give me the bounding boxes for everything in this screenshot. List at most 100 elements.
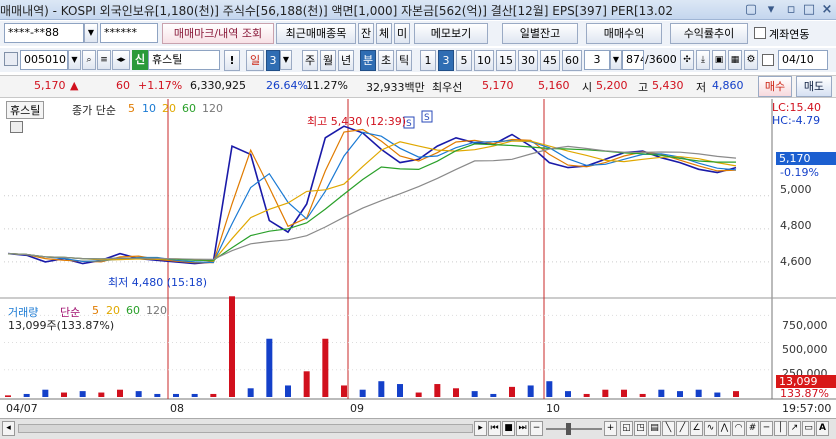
vol-tick-750000: 750,000 [782, 319, 828, 332]
password-input[interactable]: ****** [100, 23, 158, 43]
filled-button[interactable]: 체 [376, 23, 392, 44]
bars-shown-field[interactable]: 874 [622, 50, 644, 70]
y-tick-4800: 4,800 [780, 219, 812, 232]
draw-trend-icon[interactable]: ╱ [676, 421, 689, 436]
period-day-button[interactable]: 일 [246, 50, 264, 71]
scroll-left-icon[interactable]: ◂ [2, 421, 15, 436]
draw-fan-icon[interactable]: ⋀ [718, 421, 731, 436]
price-volume-chart[interactable]: SS [0, 99, 836, 416]
trade-mark-button[interactable]: 매매마크/내역 조회 [162, 23, 274, 44]
table-icon[interactable]: ▦ [728, 50, 742, 70]
zoom-out-button[interactable]: − [530, 421, 543, 436]
chart-tool-icon-3[interactable]: ▤ [648, 421, 661, 436]
prev-next-icon[interactable]: ◂▸ [112, 50, 130, 70]
search-icon[interactable]: ⌕ [82, 50, 96, 70]
play-forward-icon[interactable]: ⏭ [516, 421, 529, 436]
chart-tool-icon-1[interactable]: ◱ [620, 421, 633, 436]
vol-ma-5-label: 5 [92, 304, 99, 317]
play-back-icon[interactable]: ⏮ [488, 421, 501, 436]
draw-angle-icon[interactable]: ∠ [690, 421, 703, 436]
interval-dropdown-icon[interactable]: ▼ [610, 50, 622, 70]
interval-3-button[interactable]: 3 [438, 50, 454, 71]
period-minute-button[interactable]: 분 [360, 50, 376, 71]
y-tick-5000: 5,000 [780, 183, 812, 196]
window-title: 매매내역) - KOSPI 외국인보유[1,180(천)] 주식수[56,188… [0, 4, 673, 18]
maximize-icon[interactable]: □ [800, 2, 818, 18]
minimize-icon[interactable]: ▾ [762, 2, 780, 18]
settings-icon[interactable]: ⚙ [744, 50, 758, 70]
ma-120-label: 120 [202, 102, 223, 115]
zoom-slider[interactable] [546, 428, 602, 430]
account-input[interactable]: ****-**88 [4, 23, 84, 43]
grid-toggle-icon[interactable] [10, 121, 23, 133]
draw-vline-icon[interactable]: │ [774, 421, 787, 436]
list-icon[interactable]: ≡ [97, 50, 111, 70]
stock-code-input[interactable]: 005010 [20, 50, 68, 70]
period-week-button[interactable]: 주 [302, 50, 318, 71]
period-second-button[interactable]: 초 [378, 50, 394, 71]
profit-trend-button[interactable]: 수익률추이 [670, 23, 748, 44]
scroll-track[interactable] [18, 424, 473, 433]
unfilled-button[interactable]: 미 [394, 23, 410, 44]
stock-code-dropdown-icon[interactable]: ▼ [68, 50, 81, 70]
draw-arrow-icon[interactable]: ↗ [788, 421, 801, 436]
volume-bar-32 [602, 389, 609, 397]
interval-30-button[interactable]: 30 [518, 50, 538, 71]
signal-marker-text-1: S [424, 113, 430, 123]
download-icon[interactable]: ⤓ [696, 50, 710, 70]
draw-text-button[interactable]: A [816, 421, 829, 436]
period-year-button[interactable]: 년 [338, 50, 354, 71]
sell-button[interactable]: 매도 [796, 76, 832, 97]
interval-45-button[interactable]: 45 [540, 50, 560, 71]
warning-button[interactable]: ! [224, 50, 240, 71]
save-icon[interactable]: ▣ [712, 50, 726, 70]
stock-name-field[interactable]: 휴스틸 [148, 50, 220, 70]
account-dropdown-icon[interactable]: ▼ [84, 23, 98, 43]
memo-button[interactable]: 메모보기 [414, 23, 488, 44]
restore-icon[interactable]: ▫ [782, 2, 800, 18]
date-checkbox[interactable] [762, 54, 774, 66]
buy-button[interactable]: 매수 [758, 76, 792, 97]
crosshair-icon[interactable]: ✣ [680, 50, 694, 70]
period-tick-button[interactable]: 틱 [396, 50, 412, 71]
interval-60-button[interactable]: 60 [562, 50, 582, 71]
date-input[interactable]: 04/10 [778, 50, 828, 70]
balance-button[interactable]: 잔 [358, 23, 374, 44]
period-month-button[interactable]: 월 [320, 50, 336, 71]
interval-1-button[interactable]: 1 [420, 50, 436, 71]
interval-10-button[interactable]: 10 [474, 50, 494, 71]
zoom-in-button[interactable]: + [604, 421, 617, 436]
pin-icon[interactable]: ▢ [742, 2, 760, 18]
draw-line-icon[interactable]: ╲ [662, 421, 675, 436]
low-label: 저 [696, 81, 707, 94]
draw-wave-icon[interactable]: ∿ [704, 421, 717, 436]
chart-area[interactable]: SS 휴스틸 종가 단순 5 10 20 60 120 최고 5,430 (12… [0, 99, 836, 416]
interval-15-button[interactable]: 15 [496, 50, 516, 71]
zoom-slider-thumb[interactable] [566, 423, 571, 435]
interval-5-button[interactable]: 5 [456, 50, 472, 71]
volume-bar-16 [303, 371, 310, 397]
chart-tool-icon-2[interactable]: ◳ [634, 421, 647, 436]
interval-custom-field[interactable]: 3 [584, 50, 610, 70]
period-count-dropdown-icon[interactable]: ▼ [280, 50, 292, 70]
draw-grid-icon[interactable]: # [746, 421, 759, 436]
daily-balance-button[interactable]: 일별잔고 [502, 23, 578, 44]
draw-arc-icon[interactable]: ◠ [732, 421, 745, 436]
stop-icon[interactable]: ■ [502, 421, 515, 436]
x-label-0407: 04/07 [6, 402, 38, 415]
recent-trades-button[interactable]: 최근매매종목 [276, 23, 356, 44]
price-panel-tab[interactable]: 휴스틸 [6, 101, 45, 119]
close-icon[interactable]: × [818, 2, 836, 18]
x-label-10: 10 [546, 402, 560, 415]
chart-scrollbar[interactable]: ◂ ▸ ⏮ ■ ⏭ − + ◱ ◳ ▤ ╲ ╱ ∠ ∿ ⋀ ◠ # ─ │ ↗ … [0, 418, 836, 439]
volume-bar-17 [322, 338, 329, 397]
period-count-field[interactable]: 3 [266, 50, 280, 71]
draw-hline-icon[interactable]: ─ [760, 421, 773, 436]
volume-bar-14 [266, 338, 273, 397]
account-link-checkbox[interactable] [754, 27, 766, 39]
open-value: 5,200 [596, 79, 628, 92]
trade-profit-button[interactable]: 매매수익 [586, 23, 662, 44]
best-bid: 5,160 [538, 79, 570, 92]
draw-box-icon[interactable]: ▭ [802, 421, 815, 436]
scroll-right-icon[interactable]: ▸ [474, 421, 487, 436]
